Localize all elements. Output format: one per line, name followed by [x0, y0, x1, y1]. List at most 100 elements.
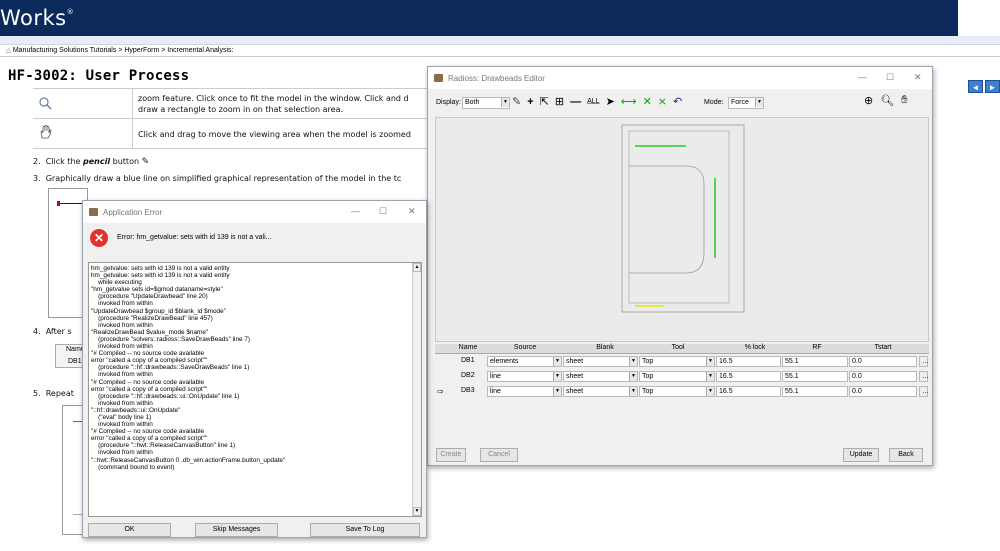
remove-all-icon[interactable]: A̲L̲L̲	[587, 98, 599, 105]
tool-cell[interactable]: Top ▼	[639, 371, 715, 382]
blank-outline	[621, 124, 745, 313]
row-name-label: DB3	[461, 387, 475, 394]
trace-line: (procedure "RealizeDrawBead" line 457)	[91, 314, 213, 322]
next-topic-button[interactable]: ►	[985, 80, 1000, 93]
trace-line: invoked from within	[91, 421, 153, 429]
lock-cell[interactable]: 16.5	[716, 386, 781, 397]
trace-line: hm_getvalue: sets with id 139 is not a v…	[91, 265, 230, 272]
view-tools: ⊕ 🔍︎ ✋︎	[864, 94, 907, 107]
trace-line: "# Compiled -- no source code available	[91, 378, 205, 386]
mode-select[interactable]: Force ▼	[728, 97, 764, 109]
grid-header: Name Source Blank Tool % lock RF Tstart	[435, 344, 929, 354]
dropdown-arrow-icon[interactable]: ▼	[706, 372, 714, 381]
rf-cell[interactable]: 55.1	[782, 356, 848, 367]
delete-point-icon[interactable]: ⨯	[658, 95, 667, 108]
minimize-button[interactable]: —	[858, 72, 867, 82]
select-add-icon[interactable]: ⇱	[540, 95, 549, 108]
tstart-cell[interactable]: 0.0	[849, 356, 917, 367]
ok-button[interactable]: OK	[88, 523, 171, 537]
cancel-button[interactable]: Cancel	[480, 448, 518, 462]
grid-row[interactable]: DB2 line ▼ sheet ▼ Top ▼ 16.5 55.1 0.0…	[435, 371, 929, 385]
column-header: Name	[458, 344, 478, 351]
close-button[interactable]: ✕	[408, 206, 416, 217]
row-options-button[interactable]: …	[919, 386, 929, 397]
icon-table: zoom feature. Click once to fit the mode…	[33, 88, 433, 149]
window-title: Radioss: Drawbeads Editor	[448, 73, 545, 83]
source-cell[interactable]: line ▼	[487, 386, 562, 397]
lock-cell[interactable]: 16.5	[716, 356, 781, 367]
row-options-button[interactable]: …	[919, 371, 929, 382]
trace-line: "::hf::drawbeads::ui::OnUpdate"	[91, 406, 181, 414]
table-cell-text: Click and drag to move the viewing area …	[138, 130, 411, 139]
dropdown-arrow-icon[interactable]: ▼	[629, 357, 637, 366]
tool-cell[interactable]: Top ▼	[639, 386, 715, 397]
grid-row[interactable]: DB1 elements ▼ sheet ▼ Top ▼ 16.5 55.1 0.0…	[435, 356, 929, 370]
pencil-icon[interactable]: ✎	[512, 95, 521, 108]
grid-row[interactable]: ⇨ DB3 line ▼ sheet ▼ Top ▼ 16.5 55.1 0.0…	[435, 386, 929, 400]
tstart-cell[interactable]: 0.0	[849, 386, 917, 397]
divider	[0, 56, 1000, 57]
topic-nav: ◄ ►	[968, 80, 1000, 93]
minimize-button[interactable]: —	[351, 206, 360, 216]
scroll-down-icon[interactable]: ▼	[413, 507, 421, 516]
create-button[interactable]: Create	[436, 448, 466, 462]
dropdown-arrow-icon[interactable]: ▼	[629, 387, 637, 396]
zoom-icon[interactable]: 🔍︎	[880, 94, 894, 107]
tstart-cell[interactable]: 0.0	[849, 371, 917, 382]
breadcrumb-text[interactable]: Manufacturing Solutions Tutorials > Hype…	[13, 47, 234, 54]
step-4: 4. After s	[33, 327, 72, 336]
back-button[interactable]: Back	[889, 448, 923, 462]
dropdown-arrow-icon[interactable]: ▼	[553, 357, 561, 366]
dropdown-arrow-icon[interactable]: ▼	[553, 387, 561, 396]
pan-icon[interactable]: ✋︎	[901, 94, 907, 107]
update-button[interactable]: Update	[843, 448, 879, 462]
dropdown-arrow-icon[interactable]: ▼	[553, 372, 561, 381]
table-cell: DB1	[68, 358, 82, 365]
dropdown-arrow-icon[interactable]: ▼	[629, 372, 637, 381]
trace-line: invoked from within	[91, 399, 153, 407]
display-select[interactable]: Both ▼	[462, 97, 510, 109]
trace-line: (command bound to event)	[91, 463, 175, 471]
remove-icon[interactable]: —	[570, 96, 581, 108]
tool-cell[interactable]: Top ▼	[639, 356, 715, 367]
step-3: 3. Graphically draw a blue line on simpl…	[33, 174, 402, 183]
source-cell[interactable]: elements ▼	[487, 356, 562, 367]
vertical-scrollbar[interactable]: ▲ ▼	[412, 263, 421, 516]
trace-line: error "called a copy of a compiled scrip…	[91, 385, 208, 393]
maximize-button[interactable]: ☐	[886, 72, 894, 83]
pointer-icon[interactable]: ➤	[606, 95, 615, 108]
undo-icon[interactable]: ↶	[673, 95, 682, 108]
source-cell[interactable]: line ▼	[487, 371, 562, 382]
dropdown-arrow-icon[interactable]: ▼	[706, 357, 714, 366]
rf-cell[interactable]: 55.1	[782, 371, 848, 382]
cross-icon[interactable]: ✕	[643, 95, 652, 108]
add-icon[interactable]: +	[527, 96, 533, 108]
header-banner: Works®	[0, 0, 958, 36]
split-icon[interactable]: ⟷	[621, 95, 637, 108]
skip-messages-button[interactable]: Skip Messages	[195, 523, 278, 537]
blank-cell[interactable]: sheet ▼	[563, 386, 638, 397]
lock-cell[interactable]: 16.5	[716, 371, 781, 382]
add-box-icon[interactable]: ⊞	[555, 95, 564, 108]
blank-cell[interactable]: sheet ▼	[563, 356, 638, 367]
step4-table: Name DB1	[55, 344, 85, 368]
maximize-button[interactable]: ☐	[379, 206, 387, 217]
row-options-button[interactable]: …	[919, 356, 929, 367]
error-trace-textbox[interactable]: hm_getvalue: sets with id 139 is not a v…	[88, 262, 422, 517]
fit-icon[interactable]: ⊕	[864, 94, 873, 107]
home-icon[interactable]: ⌂	[6, 46, 11, 55]
drawbead-canvas[interactable]	[435, 117, 929, 342]
display-label: Display:	[436, 99, 461, 106]
trace-line: (procedure "::hf::drawbeads::SaveDrawBea…	[91, 364, 250, 372]
rf-cell[interactable]: 55.1	[782, 386, 848, 397]
close-button[interactable]: ✕	[914, 72, 922, 83]
blank-cell[interactable]: sheet ▼	[563, 371, 638, 382]
scroll-up-icon[interactable]: ▲	[413, 263, 421, 272]
editor-titlebar: Radioss: Drawbeads Editor — ☐ ✕	[428, 67, 932, 89]
previous-topic-button[interactable]: ◄	[968, 80, 983, 93]
save-to-log-button[interactable]: Save To Log	[310, 523, 420, 537]
drawbead-grid: Name Source Blank Tool % lock RF Tstart …	[435, 344, 929, 404]
trace-line: (procedure "UpdateDrawbead" line 20)	[91, 293, 208, 301]
dropdown-arrow-icon[interactable]: ▼	[706, 387, 714, 396]
breadcrumb: ⌂ Manufacturing Solutions Tutorials > Hy…	[6, 46, 233, 55]
